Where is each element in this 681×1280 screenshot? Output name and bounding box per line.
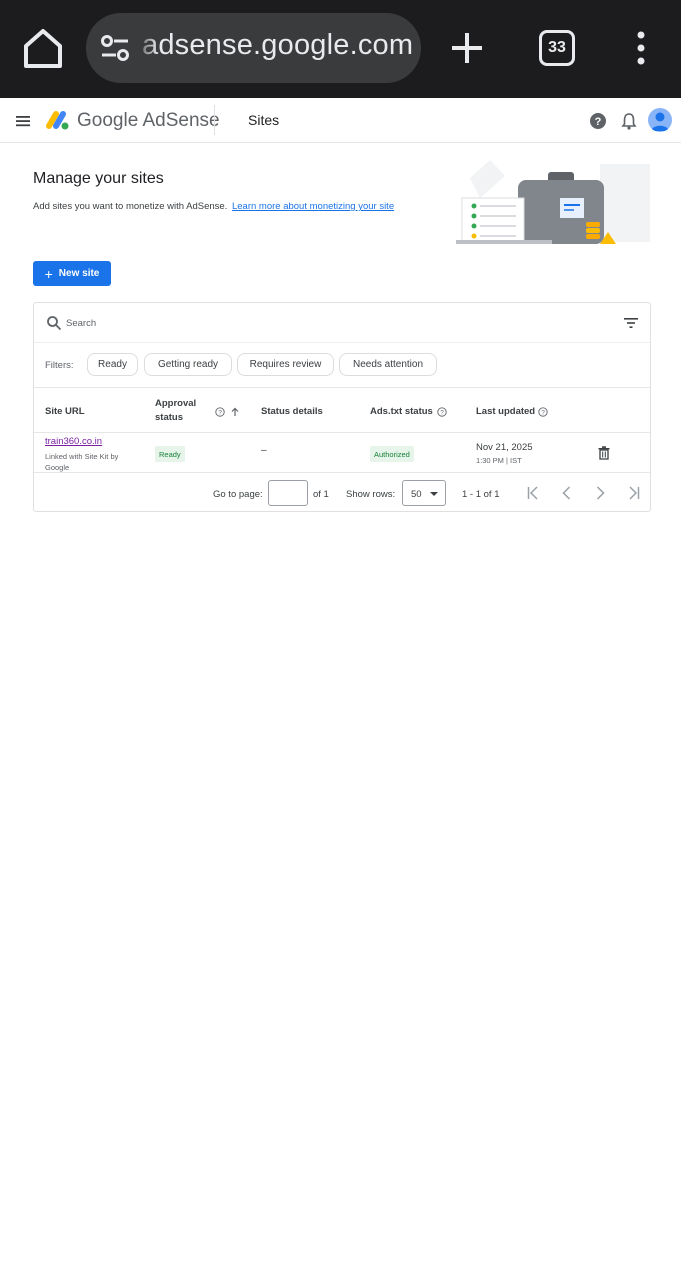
rows-per-page-select[interactable]: 50 xyxy=(402,480,446,506)
filter-chip-getting-ready[interactable]: Getting ready xyxy=(144,353,232,376)
page-count-label: of 1 xyxy=(313,489,329,500)
column-status-details: Status details xyxy=(261,406,323,417)
avatar-silhouette xyxy=(651,112,669,131)
filter-icon[interactable] xyxy=(623,316,639,330)
address-bar[interactable]: adsense.google.com xyxy=(86,13,421,83)
table-header: Site URL Approval status ? Status detail… xyxy=(34,389,650,433)
filters-row: Filters: Ready Getting ready Requires re… xyxy=(34,344,650,388)
subtitle-text: Add sites you want to monetize with AdSe… xyxy=(33,201,228,212)
page-subtitle: Add sites you want to monetize with AdSe… xyxy=(33,201,394,212)
column-ads-txt-status: Ads.txt status xyxy=(370,406,433,417)
chevron-down-icon xyxy=(430,492,438,496)
filter-chip-requires-review[interactable]: Requires review xyxy=(237,353,334,376)
page-section-title: Sites xyxy=(248,112,280,128)
ads-txt-help-icon[interactable]: ? xyxy=(437,407,447,417)
ads-txt-status-badge: Authorized xyxy=(370,446,414,462)
column-approval-status[interactable]: Approval status xyxy=(155,397,203,425)
page-number-input[interactable] xyxy=(268,480,308,506)
status-details-value: – xyxy=(261,445,267,456)
menu-icon[interactable] xyxy=(14,112,32,130)
pagination-bar: Go to page: of 1 Show rows: 50 1 - 1 of … xyxy=(34,474,650,512)
first-page-icon[interactable] xyxy=(525,485,541,501)
account-icon[interactable] xyxy=(648,108,672,132)
tab-switcher-icon[interactable]: 33 xyxy=(539,30,575,66)
adsense-logo-icon xyxy=(46,111,69,130)
search-input[interactable] xyxy=(66,314,606,332)
column-last-updated: Last updated xyxy=(476,406,536,417)
search-row xyxy=(34,303,650,343)
sites-table-card: Filters: Ready Getting ready Requires re… xyxy=(33,302,651,512)
app-header: Google AdSense Sites ? xyxy=(0,100,681,143)
last-page-icon[interactable] xyxy=(626,485,642,501)
prev-page-icon[interactable] xyxy=(559,485,575,501)
filter-chip-needs-attention[interactable]: Needs attention xyxy=(339,353,437,376)
help-icon[interactable]: ? xyxy=(588,111,608,131)
learn-more-link[interactable]: Learn more about monetizing your site xyxy=(232,201,394,212)
home-icon[interactable] xyxy=(20,26,66,70)
last-updated-date: Nov 21, 2025 xyxy=(476,442,533,453)
search-icon xyxy=(47,316,62,331)
url-fade xyxy=(134,13,158,83)
sort-ascending-icon[interactable] xyxy=(230,407,240,417)
browser-toolbar: adsense.google.com 33 xyxy=(0,0,681,98)
table-row: train360.co.in Linked with Site Kit by G… xyxy=(34,434,650,473)
svg-text:?: ? xyxy=(440,410,444,417)
go-to-page-label: Go to page: xyxy=(213,489,263,500)
row-range-label: 1 - 1 of 1 xyxy=(462,489,500,500)
next-page-icon[interactable] xyxy=(592,485,608,501)
svg-text:?: ? xyxy=(218,410,222,417)
approval-help-icon[interactable]: ? xyxy=(215,407,225,417)
site-url-link[interactable]: train360.co.in xyxy=(45,436,102,447)
rows-per-page-value: 50 xyxy=(411,489,422,500)
filter-chip-ready[interactable]: Ready xyxy=(87,353,138,376)
new-site-label: New site xyxy=(58,268,100,279)
plus-icon: + xyxy=(44,265,53,282)
last-updated-help-icon[interactable]: ? xyxy=(538,407,548,417)
url-text[interactable]: adsense.google.com xyxy=(142,29,413,62)
last-updated-time: 1:30 PM | IST xyxy=(476,456,522,465)
trash-icon[interactable] xyxy=(598,446,610,460)
column-site-url[interactable]: Site URL xyxy=(45,406,85,417)
filters-label: Filters: xyxy=(45,360,74,371)
sites-illustration xyxy=(456,160,650,244)
brand-name: Google AdSense xyxy=(77,110,220,131)
svg-text:?: ? xyxy=(595,116,602,128)
show-rows-label: Show rows: xyxy=(346,489,396,500)
svg-text:?: ? xyxy=(541,410,545,417)
header-divider xyxy=(214,105,215,135)
site-settings-icon[interactable] xyxy=(100,33,130,63)
site-kit-note: Linked with Site Kit by Google xyxy=(45,452,119,472)
more-vert-icon[interactable] xyxy=(634,30,648,66)
new-site-button[interactable]: + New site xyxy=(33,261,111,286)
plus-icon[interactable] xyxy=(447,28,487,68)
notifications-icon[interactable] xyxy=(620,111,638,131)
page-title: Manage your sites xyxy=(33,170,164,187)
approval-status-badge: Ready xyxy=(155,446,185,462)
